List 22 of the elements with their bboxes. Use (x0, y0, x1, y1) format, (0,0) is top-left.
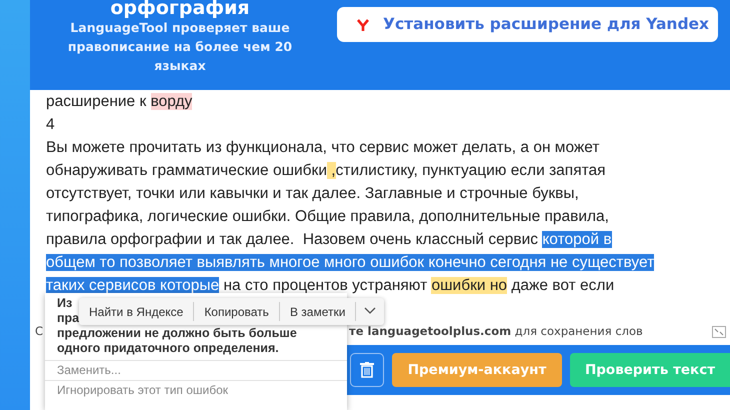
text-line: 4 (46, 115, 55, 135)
trash-icon (360, 362, 374, 378)
context-menu-item[interactable]: Найти в Яндексе (79, 302, 194, 321)
text-line: обнаруживать грамматические ошибки ,стилистику, пунктуацию если запятая (46, 161, 606, 181)
text-line: таких сервисов которые на сто процентов устраняют ошибки но даже вот если (46, 276, 614, 296)
delete-button[interactable] (350, 353, 384, 387)
context-menu-item[interactable]: В заметки (280, 302, 356, 321)
text-line: правила орфографии и так далее. Назовем очень классный сервис которой в (46, 230, 612, 250)
install-extension-button[interactable]: Установить расширение для Yandex (337, 7, 718, 42)
status-text: С (35, 322, 44, 340)
ignore-menu-item[interactable]: Игнорировать этот тип ошибок (45, 380, 347, 400)
text-line: расширение к ворду (46, 92, 192, 112)
error-message: пра (57, 311, 80, 326)
error-message: Из (57, 296, 72, 311)
error-message: предложении не должно быть больше одного придаточного определения. (57, 326, 298, 356)
text-line: Вы можете прочитать из функционала, что сервис может делать, а он может (46, 138, 600, 158)
expand-icon[interactable] (712, 326, 726, 338)
context-menu-item[interactable]: Копировать (194, 302, 280, 321)
text-line: отсутствует, точки или кавычки и так далее. Заглавные и строчные буквы, (46, 184, 579, 204)
text-line: типографика, логические ошибки. Общие правила, дополнительные правила, (46, 207, 609, 227)
header-subtitle: LanguageTool проверяет ваше правописание на более чем 20 языках (66, 19, 294, 75)
status-text: те languagetoolplus.com для сохранения слов (349, 322, 643, 340)
